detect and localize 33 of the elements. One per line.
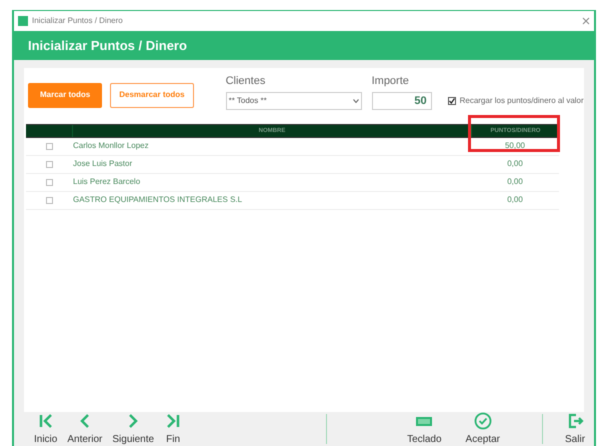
last-icon: [164, 412, 182, 430]
client-name: Luis Perez Barcelo: [73, 176, 142, 188]
recargar-checkbox[interactable]: [448, 96, 456, 104]
toolbar-button[interactable]: Salir: [561, 412, 590, 446]
importe-label: Importe: [372, 74, 410, 89]
points-value: 0,00: [506, 158, 524, 170]
client-name: Carlos Monllor Lopez: [73, 140, 150, 152]
row-checkbox[interactable]: [46, 178, 53, 186]
importe-field[interactable]: 50: [372, 92, 432, 110]
recargar-label: Recargar los puntos/dinero al valor: [460, 94, 584, 106]
toolbar-button[interactable]: Teclado: [403, 412, 446, 446]
toolbar-button[interactable]: Inicio: [30, 412, 62, 446]
clientes-label: Clientes: [226, 74, 266, 89]
toolbar-button[interactable]: Siguiente: [108, 412, 158, 446]
exit-icon: [566, 412, 584, 430]
toolbar-button[interactable]: Aceptar: [462, 412, 504, 446]
row-checkbox[interactable]: [46, 160, 53, 168]
points-value: 0,00: [506, 176, 524, 188]
row-checkbox[interactable]: [46, 196, 53, 204]
header-title: Inicializar Puntos / Dinero: [28, 36, 187, 55]
points-value: 50,00: [504, 140, 526, 152]
clientes-dropdown[interactable]: ** Todos **: [226, 92, 362, 110]
check-circle-icon: [474, 412, 492, 430]
close-icon[interactable]: [582, 17, 590, 25]
chevron-down-icon: [352, 98, 359, 102]
points-value: 0,00: [506, 194, 524, 206]
app-icon: [18, 16, 28, 26]
row-checkbox[interactable]: [46, 142, 53, 150]
client-name: GASTRO EQUIPAMIENTOS INTEGRALES S.L: [73, 194, 244, 206]
toolbar-button[interactable]: Fin: [160, 412, 186, 446]
client-name: Jose Luis Pastor: [73, 158, 134, 170]
toolbar-button[interactable]: Anterior: [63, 412, 106, 446]
window-title: Inicializar Puntos / Dinero: [32, 15, 123, 27]
